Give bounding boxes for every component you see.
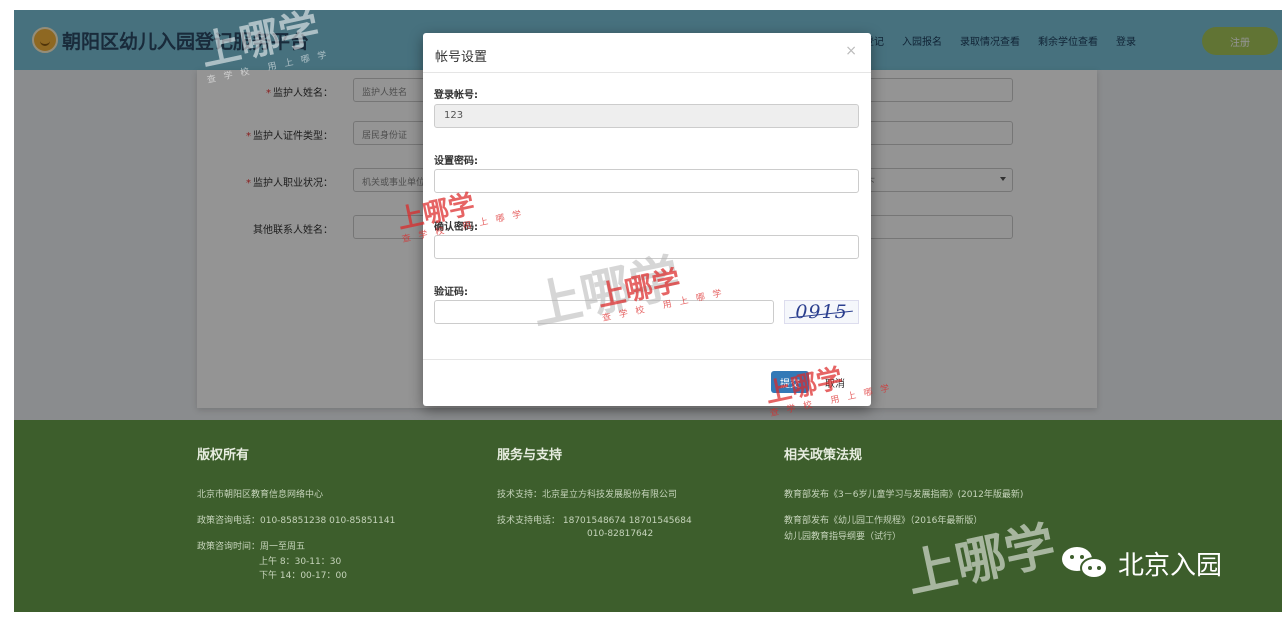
- wechat-bubble-small: [1080, 557, 1108, 579]
- footer-sub-line: 下午 14：00-17：00: [259, 571, 347, 581]
- password-input[interactable]: [434, 169, 859, 193]
- footer-heading: 版权所有: [197, 448, 250, 463]
- footer-link[interactable]: 教育部发布《3－6岁儿童学习与发展指南》(2012年版最新): [784, 489, 1023, 501]
- footer-column-support: 服务与支持 技术支持：北京星立方科技发展股份有限公司 技术支持电话： 18701…: [497, 444, 692, 541]
- submit-label: 提交: [780, 378, 800, 390]
- site-footer: 版权所有 北京市朝阳区教育信息网络中心 政策咨询电话：010-85851238 …: [14, 420, 1282, 612]
- captcha-image[interactable]: 0915: [784, 300, 859, 324]
- wechat-icon: [1060, 545, 1110, 581]
- confirm-password-label: 确认密码:: [434, 222, 478, 233]
- account-settings-modal: 帐号设置 × 登录帐号: 123 设置密码: 确认密码: 验证码: 0915 提…: [423, 33, 871, 406]
- cancel-label: 取消: [825, 378, 845, 390]
- cancel-button[interactable]: 取消: [815, 371, 855, 393]
- footer-line: 政策咨询时间：周一至周五: [197, 542, 306, 552]
- footer-column-policies: 相关政策法规 教育部发布《3－6岁儿童学习与发展指南》(2012年版最新) 教育…: [784, 444, 1023, 557]
- footer-line: 北京市朝阳区教育信息网络中心: [197, 490, 324, 500]
- footer-heading: 相关政策法规: [784, 448, 863, 463]
- confirm-password-input[interactable]: [434, 235, 859, 259]
- captcha-input[interactable]: [434, 300, 774, 324]
- modal-footer: 提交 取消: [423, 359, 871, 406]
- captcha-label: 验证码:: [434, 287, 468, 298]
- submit-button[interactable]: 提交: [771, 371, 809, 393]
- wechat-account-name: 北京入园: [1118, 550, 1223, 581]
- footer-heading: 服务与支持: [497, 448, 563, 463]
- footer-sub-line: 010-82817642: [587, 529, 654, 539]
- footer-line: 技术支持：北京星立方科技发展股份有限公司: [497, 490, 678, 500]
- footer-link[interactable]: 教育部发布《幼儿园工作规程》（2016年最新版）: [784, 515, 1023, 527]
- wechat-eye: [1097, 566, 1101, 570]
- wechat-eye: [1088, 566, 1092, 570]
- footer-line: 技术支持电话： 18701548674 18701545684: [497, 516, 692, 526]
- account-field: 123: [434, 104, 859, 128]
- wechat-eye: [1080, 555, 1084, 559]
- footer-line: 政策咨询电话：010-85851238 010-85851141: [197, 516, 396, 526]
- wechat-eye: [1070, 555, 1074, 559]
- footer-sub-line: 上午 8：30-11：30: [259, 557, 342, 567]
- modal-title: 帐号设置: [435, 50, 488, 65]
- footer-column-copyright: 版权所有 北京市朝阳区教育信息网络中心 政策咨询电话：010-85851238 …: [197, 444, 395, 583]
- page: 朝阳区幼儿入园登记服务平台 登记 入园报名 录取情况查看 剩余学位查看 登录 注…: [0, 0, 1288, 621]
- modal-header: 帐号设置 ×: [423, 33, 871, 73]
- wechat-badge: 北京入园: [1060, 543, 1222, 583]
- footer-link[interactable]: 幼儿园教育指导纲要（试行）: [784, 531, 1023, 543]
- close-icon[interactable]: ×: [845, 43, 857, 59]
- password-label: 设置密码:: [434, 156, 478, 167]
- account-label: 登录帐号:: [434, 90, 478, 101]
